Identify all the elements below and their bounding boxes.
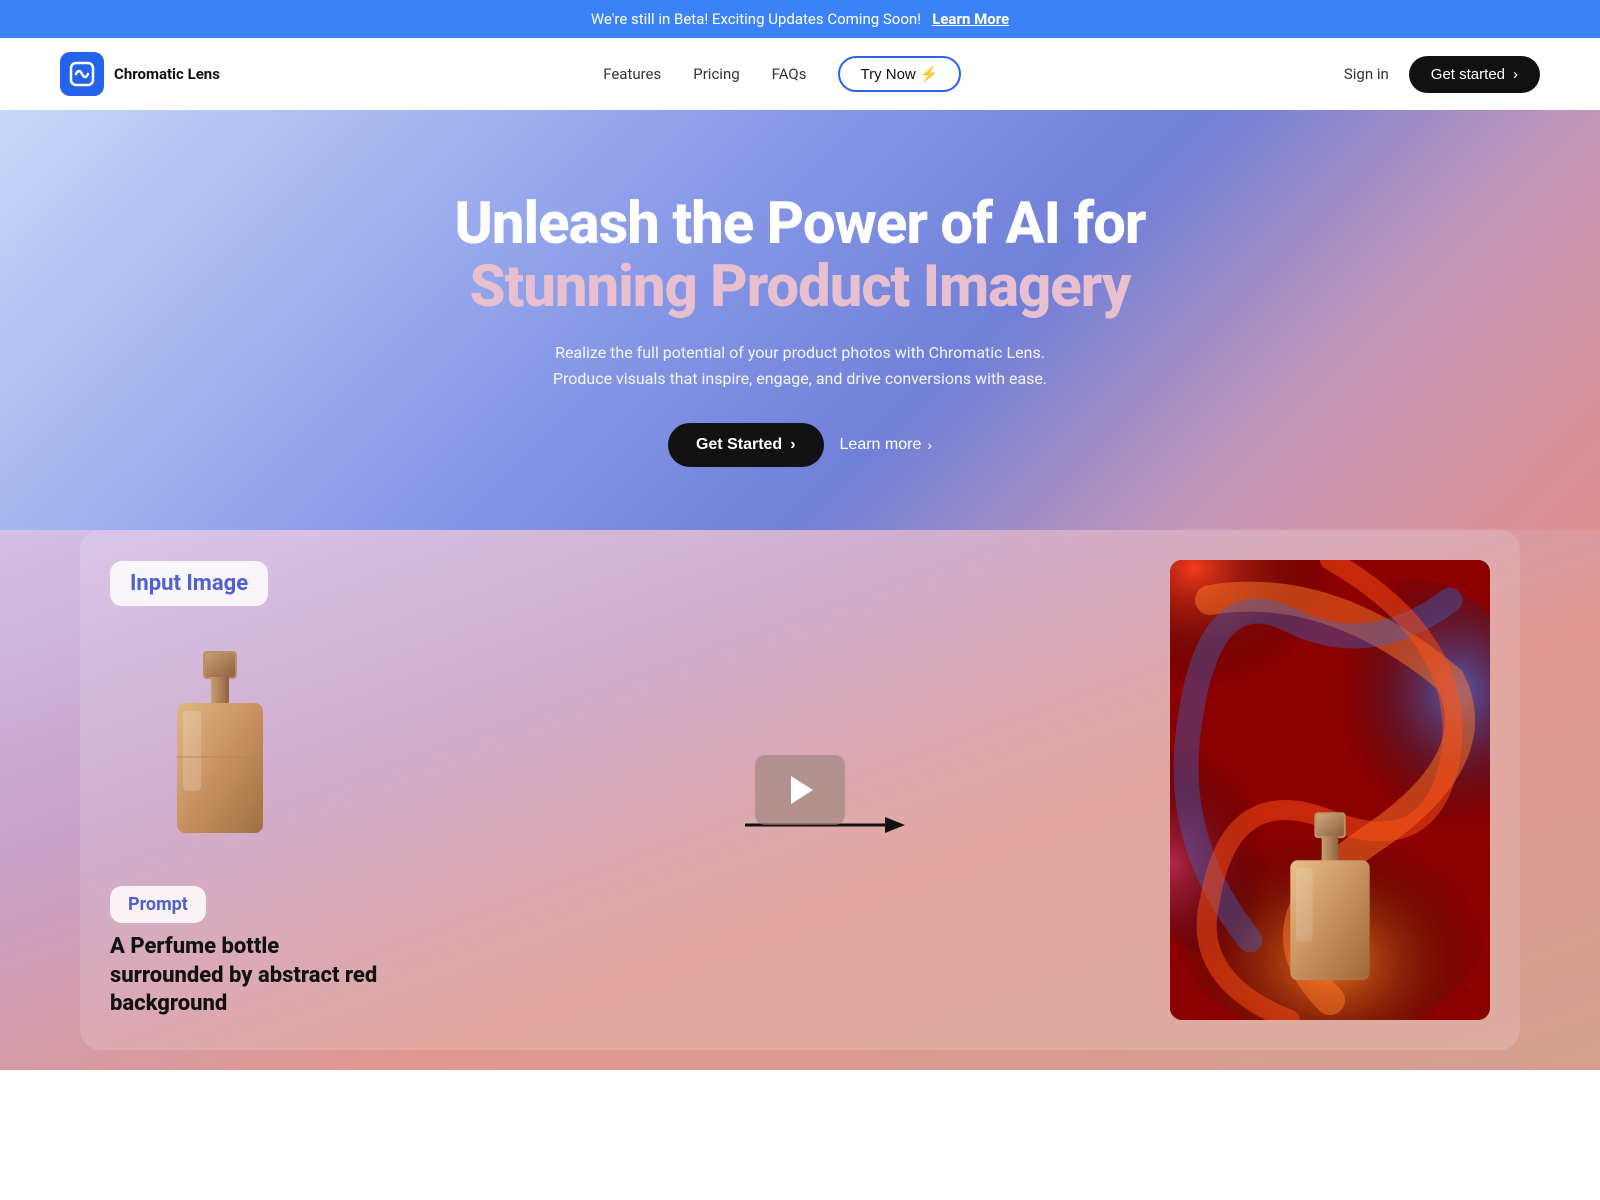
hero-subtitle: Realize the full potential of your produ…: [550, 340, 1050, 391]
hero-section: Unleash the Power of AI for Stunning Pro…: [0, 110, 1600, 530]
nav-pricing[interactable]: Pricing: [693, 65, 739, 83]
try-now-button[interactable]: Try Now ⚡: [838, 56, 960, 92]
logo-name: Chromatic Lens: [114, 65, 220, 83]
arrow-right-icon: ›: [1513, 66, 1518, 83]
play-icon: [791, 776, 813, 804]
output-image: [1170, 560, 1490, 1020]
arrow-icon: ›: [790, 436, 795, 454]
chevron-right-icon: ›: [927, 437, 932, 453]
video-play-button[interactable]: [755, 755, 845, 825]
prompt-text: A Perfume bottle surrounded by abstract …: [110, 933, 390, 1019]
learn-more-button[interactable]: Learn more ›: [840, 436, 933, 454]
prompt-badge: Prompt: [110, 886, 206, 923]
demo-card: Input Image: [80, 530, 1520, 1050]
hero-title-line2: Stunning Product Imagery: [470, 256, 1131, 320]
announcement-banner: We're still in Beta! Exciting Updates Co…: [0, 0, 1600, 38]
input-image-badge: Input Image: [110, 561, 268, 606]
nav-right: Sign in Get started ›: [1344, 56, 1540, 93]
nav-features[interactable]: Features: [603, 65, 661, 83]
nav-links: Features Pricing FAQs Try Now ⚡: [603, 56, 960, 92]
sign-in-link[interactable]: Sign in: [1344, 65, 1389, 83]
hero-title-line1: Unleash the Power of AI for: [454, 193, 1145, 257]
logo-text: Chromatic Lens: [114, 65, 220, 83]
get-started-nav-button[interactable]: Get started ›: [1409, 56, 1540, 93]
hero-buttons: Get Started › Learn more ›: [668, 423, 932, 467]
logo[interactable]: Chromatic Lens: [60, 52, 220, 96]
nav-faqs[interactable]: FAQs: [772, 65, 807, 83]
input-perfume-image: [140, 636, 300, 856]
demo-right: [890, 560, 1490, 1020]
demo-left: Input Image: [110, 561, 710, 1019]
demo-center: [710, 755, 890, 825]
banner-text: We're still in Beta! Exciting Updates Co…: [591, 10, 921, 28]
demo-container: Input Image: [0, 530, 1600, 1070]
prompt-area: Prompt A Perfume bottle surrounded by ab…: [110, 886, 390, 1019]
banner-learn-more-link[interactable]: Learn More: [932, 10, 1009, 28]
navbar: Chromatic Lens Features Pricing FAQs Try…: [0, 38, 1600, 110]
get-started-hero-button[interactable]: Get Started ›: [668, 423, 824, 467]
logo-icon: [60, 52, 104, 96]
